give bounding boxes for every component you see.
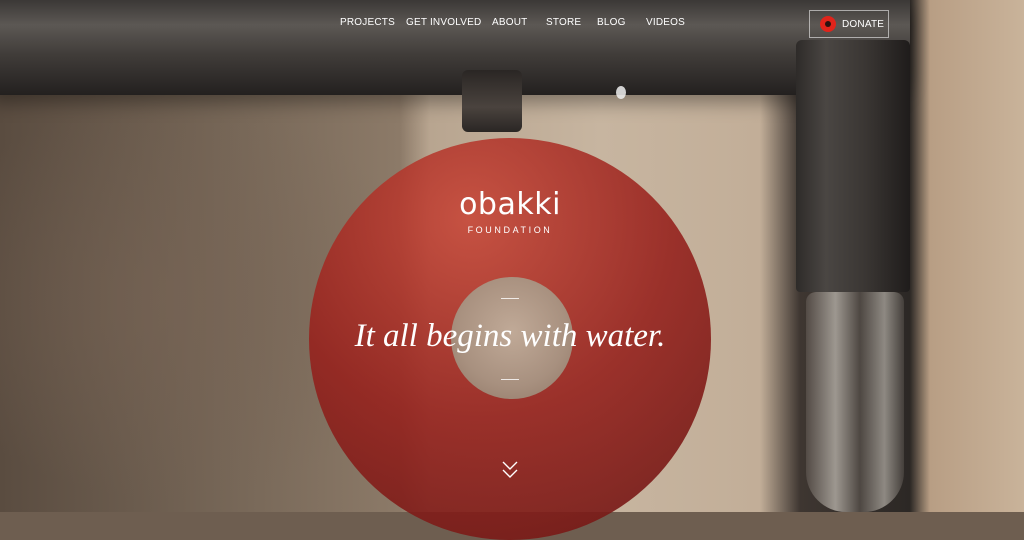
donate-label: DONATE	[842, 18, 885, 30]
pipe-bolt	[462, 70, 522, 132]
tap-spout	[796, 40, 910, 292]
nav-projects[interactable]: PROJECTS	[340, 17, 395, 28]
nav-blog[interactable]: BLOG	[597, 17, 626, 28]
logo[interactable]: obakki FOUNDATION	[400, 187, 620, 236]
double-chevron-down-icon	[502, 461, 518, 478]
nav-about[interactable]: ABOUT	[492, 17, 527, 28]
nav-store[interactable]: STORE	[546, 17, 581, 28]
water-drop	[616, 86, 626, 99]
logo-subtitle: FOUNDATION	[467, 225, 553, 235]
hero-tagline: It all begins with water.	[354, 318, 666, 354]
main-nav: PROJECTS GET INVOLVED ABOUT STORE BLOG V…	[0, 0, 1024, 48]
nav-get-involved[interactable]: GET INVOLVED	[406, 17, 481, 28]
logo-wordmark: obakki	[459, 187, 561, 222]
divider-bottom	[501, 379, 519, 380]
scroll-down-button[interactable]	[500, 459, 520, 481]
donate-button[interactable]: DONATE	[809, 10, 889, 38]
water-stream	[806, 292, 904, 512]
donate-circle-icon	[820, 16, 836, 32]
divider-top	[501, 298, 519, 299]
nav-videos[interactable]: VIDEOS	[646, 17, 685, 28]
